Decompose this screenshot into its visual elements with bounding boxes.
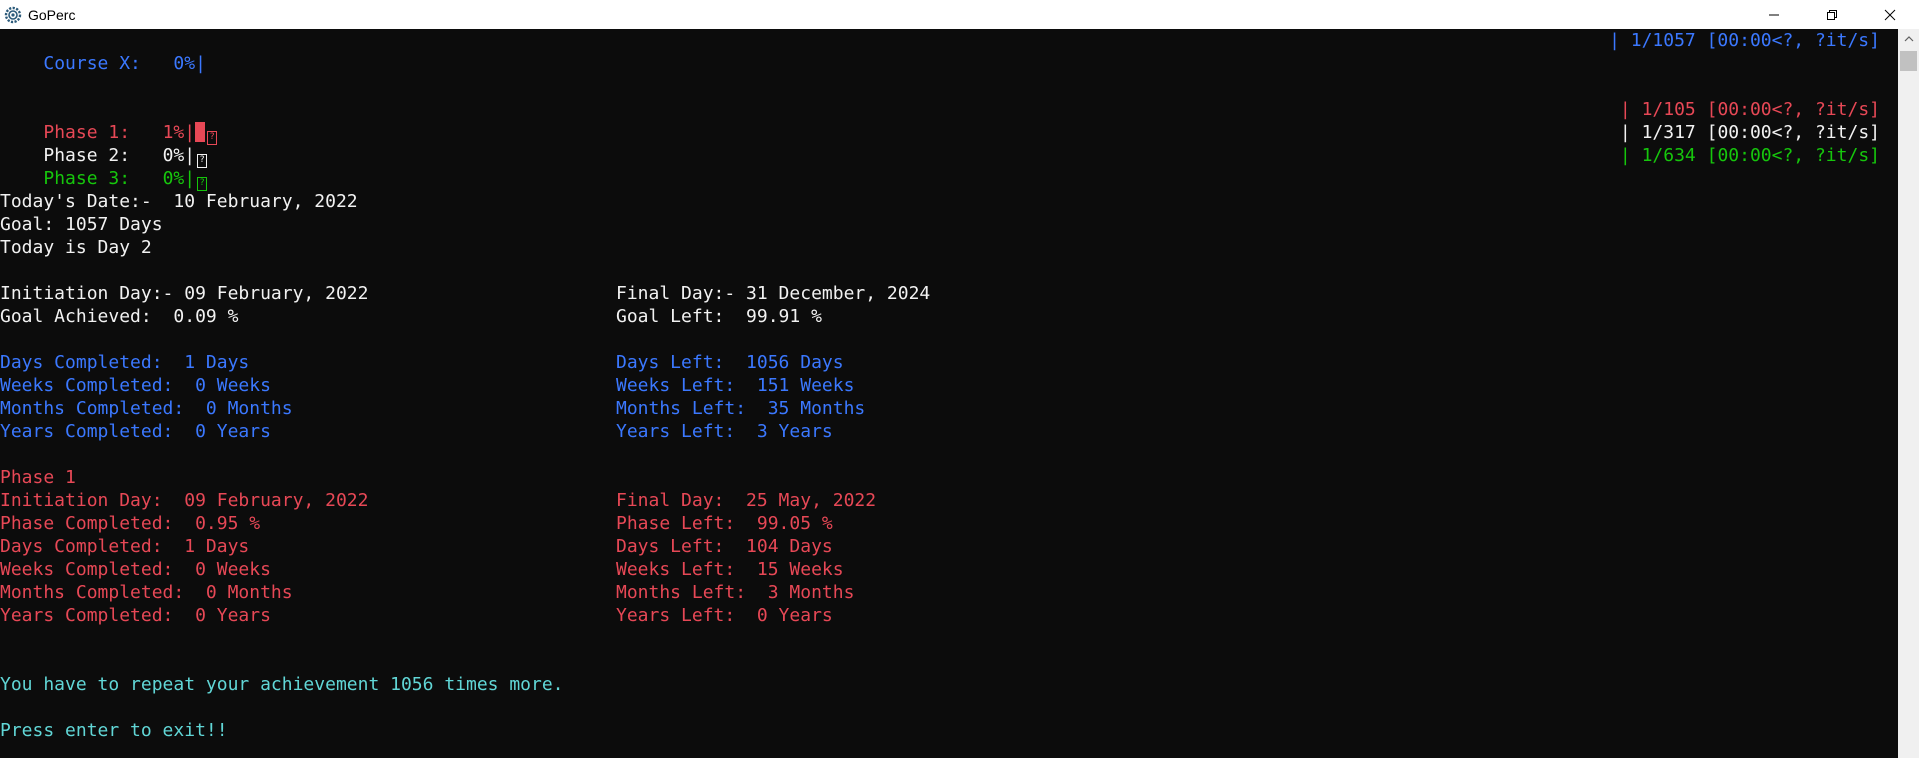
exit-prompt: Press enter to exit!! [0, 720, 228, 741]
overall-goal-left: Goal Left: 99.91 % [616, 306, 822, 327]
restore-icon[interactable] [1803, 0, 1861, 29]
overall-months-completed: Months Completed: 0 Months [0, 398, 293, 419]
overall-initiation-day: Initiation Day:- 09 February, 2022 [0, 283, 369, 304]
phase3-label: Phase 3: [43, 168, 131, 189]
phase3-progress-line: Phase 3: 0%|? [0, 144, 208, 191]
phase1-completed: Phase Completed: 0.95 % [0, 513, 261, 534]
phase1-months-left: Months Left: 3 Months [616, 582, 855, 603]
phase2-stats: | 1/317 [00:00<?, ?it/s] [1619, 122, 1880, 143]
phase1-months-completed: Months Completed: 0 Months [0, 582, 293, 603]
vertical-scrollbar[interactable] [1898, 29, 1919, 758]
phase3-bar-separator: | [184, 168, 196, 189]
overall-months-left: Months Left: 35 Months [616, 398, 866, 419]
phase1-stats: | 1/105 [00:00<?, ?it/s] [1619, 99, 1880, 120]
phase3-missing-glyph: ? [197, 177, 208, 191]
course-bar-separator: | [195, 53, 206, 74]
overall-days-completed: Days Completed: 1 Days [0, 352, 250, 373]
today-date: Today's Date:- 10 February, 2022 [0, 191, 358, 212]
phase1-final-day: Final Day: 25 May, 2022 [616, 490, 877, 511]
course-progress-line: Course X: 0%| [0, 29, 206, 74]
phase1-missing-glyph: ? [207, 131, 218, 145]
goal-days: Goal: 1057 Days [0, 214, 163, 235]
close-icon[interactable] [1861, 0, 1919, 29]
phase1-left: Phase Left: 99.05 % [616, 513, 833, 534]
overall-final-day: Final Day:- 31 December, 2024 [616, 283, 931, 304]
phase1-days-completed: Days Completed: 1 Days [0, 536, 250, 557]
phase1-weeks-completed: Weeks Completed: 0 Weeks [0, 559, 271, 580]
phase1-title: Phase 1 [0, 467, 76, 488]
title-bar[interactable]: GoPerc [0, 0, 1919, 29]
today-day-number: Today is Day 2 [0, 237, 152, 258]
course-label: Course X: [43, 53, 141, 74]
course-stats: | 1/1057 [00:00<?, ?it/s] [1609, 30, 1880, 51]
overall-years-completed: Years Completed: 0 Years [0, 421, 271, 442]
overall-years-left: Years Left: 3 Years [616, 421, 833, 442]
phase3-stats: | 1/634 [00:00<?, ?it/s] [1619, 145, 1880, 166]
phase3-percent: 0% [162, 168, 185, 189]
console-output[interactable]: Course X: 0%| | 1/1057 [00:00<?, ?it/s] … [0, 29, 1898, 758]
phase1-weeks-left: Weeks Left: 15 Weeks [616, 559, 844, 580]
phase1-initiation-day: Initiation Day: 09 February, 2022 [0, 490, 369, 511]
gear-icon [3, 5, 23, 25]
scrollbar-thumb[interactable] [1900, 51, 1917, 71]
overall-goal-achieved: Goal Achieved: 0.09 % [0, 306, 239, 327]
phase1-years-left: Years Left: 0 Years [616, 605, 833, 626]
window-title: GoPerc [28, 6, 76, 23]
minimize-icon[interactable] [1745, 0, 1803, 29]
overall-days-left: Days Left: 1056 Days [616, 352, 844, 373]
phase1-days-left: Days Left: 104 Days [616, 536, 833, 557]
course-percent: 0% [173, 53, 196, 74]
phase1-years-completed: Years Completed: 0 Years [0, 605, 271, 626]
phase1-progress-line: Phase 1: 1%|? [0, 98, 218, 145]
chevron-up-icon[interactable] [1898, 29, 1919, 49]
overall-weeks-completed: Weeks Completed: 0 Weeks [0, 375, 271, 396]
overall-weeks-left: Weeks Left: 151 Weeks [616, 375, 855, 396]
phase2-progress-line: Phase 2: 0%|? [0, 121, 208, 168]
repeat-message: You have to repeat your achievement 1056… [0, 674, 564, 695]
